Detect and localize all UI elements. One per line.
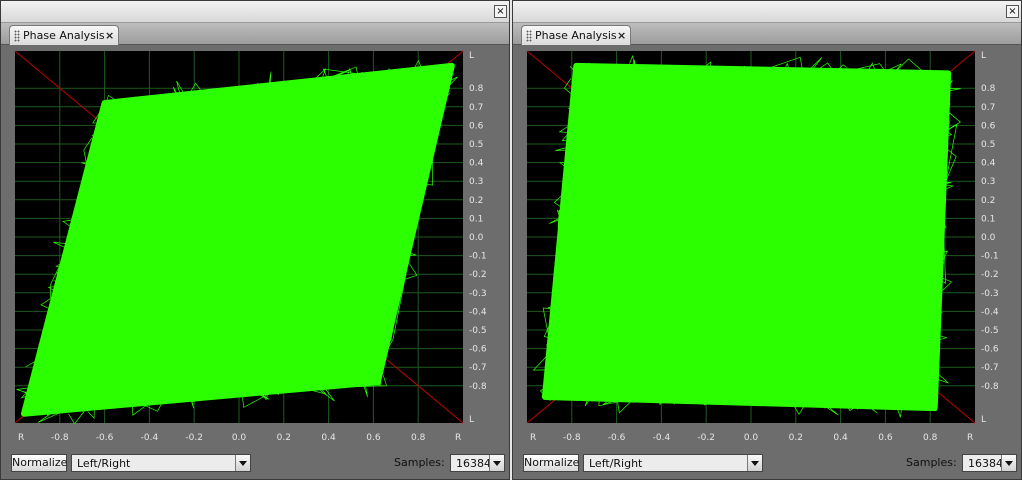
tab-label: Phase Analysis bbox=[23, 29, 105, 42]
y-tick-label: -0.1 bbox=[469, 252, 487, 262]
drag-grip-icon[interactable] bbox=[14, 30, 20, 42]
phase-scope-display: L 0.8 0.7 0.6 0.5 0.4 0.3 0.2 0.1 0.0 -0.1 -0.2 -0.3… bbox=[1, 45, 509, 451]
y-tick-label: -0.2 bbox=[981, 270, 999, 280]
tab-close-icon[interactable]: × bbox=[617, 29, 626, 42]
y-tick-label: 0.2 bbox=[469, 196, 483, 206]
y-tick-label: -0.4 bbox=[981, 307, 999, 317]
tab-close-icon[interactable]: × bbox=[105, 29, 114, 42]
y-tick-label: 0.8 bbox=[469, 84, 484, 94]
samples-select[interactable]: 16384 bbox=[450, 454, 505, 472]
x-tick-label: 0.0 bbox=[744, 433, 759, 443]
y-tick-label: 0.2 bbox=[981, 196, 995, 206]
y-tick-label: -0.6 bbox=[469, 345, 487, 355]
x-tick-label: 0.4 bbox=[833, 433, 848, 443]
y-tick-label: -0.7 bbox=[981, 363, 999, 373]
y-tick-label: 0.6 bbox=[981, 121, 996, 131]
x-tick-label: -0.6 bbox=[608, 433, 626, 443]
channel-select[interactable]: Left/Right bbox=[71, 454, 251, 472]
tab-bar: Phase Analysis × bbox=[513, 23, 1021, 63]
y-tick-label: -0.3 bbox=[981, 289, 999, 299]
footer-toolbar: Normalize Left/Right Samples: 16384 bbox=[513, 451, 1021, 479]
x-tick-label: -0.4 bbox=[653, 433, 671, 443]
chevron-down-icon[interactable] bbox=[747, 455, 762, 471]
y-tick-label: 0.1 bbox=[469, 214, 483, 224]
panel-title-bar: × bbox=[513, 1, 1021, 23]
tab-phase-analysis[interactable]: Phase Analysis × bbox=[521, 25, 631, 45]
x-tick-label: -0.8 bbox=[51, 433, 69, 443]
phase-scope-display: L 0.8 0.7 0.6 0.5 0.4 0.3 0.2 0.1 0.0 -0.1 -0.2 -0.3… bbox=[513, 45, 1021, 451]
samples-value: 16384 bbox=[456, 457, 491, 470]
panel-title-bar: × bbox=[1, 1, 509, 23]
x-tick-label: R bbox=[455, 433, 461, 443]
y-tick-label: 0.0 bbox=[469, 233, 484, 243]
y-tick-label: L bbox=[469, 415, 474, 425]
x-tick-label: 0.8 bbox=[923, 433, 938, 443]
samples-label: Samples: bbox=[906, 456, 957, 469]
x-tick-label: R bbox=[530, 433, 536, 443]
footer-toolbar: Normalize Left/Right Samples: 16384 bbox=[1, 451, 509, 479]
normalize-button[interactable]: Normalize bbox=[523, 454, 579, 472]
y-tick-label: -0.3 bbox=[469, 289, 487, 299]
y-tick-label: 0.6 bbox=[469, 121, 484, 131]
phase-scope-svg: L 0.8 0.7 0.6 0.5 0.4 0.3 0.2 0.1 0.0 -0.1 -0.2 -0.3… bbox=[1, 45, 509, 451]
y-tick-label: 0.7 bbox=[981, 103, 995, 113]
y-tick-label: -0.2 bbox=[469, 270, 487, 280]
x-tick-label: R bbox=[18, 433, 24, 443]
phase-scope-svg: L 0.8 0.7 0.6 0.5 0.4 0.3 0.2 0.1 0.0 -0.1 -0.2 -0.3… bbox=[513, 45, 1021, 451]
y-tick-label: 0.3 bbox=[469, 177, 483, 187]
x-tick-label: 0.6 bbox=[366, 433, 381, 443]
chevron-down-icon[interactable] bbox=[235, 455, 250, 471]
drag-grip-icon[interactable] bbox=[526, 30, 532, 42]
y-tick-label: L bbox=[469, 51, 474, 61]
x-tick-label: 0.4 bbox=[321, 433, 336, 443]
x-tick-label: 0.0 bbox=[232, 433, 247, 443]
x-tick-label: R bbox=[967, 433, 973, 443]
x-tick-label: -0.2 bbox=[185, 433, 203, 443]
y-tick-label: -0.8 bbox=[469, 382, 487, 392]
y-tick-label: 0.1 bbox=[981, 214, 995, 224]
samples-label: Samples: bbox=[394, 456, 445, 469]
y-tick-label: -0.5 bbox=[981, 326, 999, 336]
y-tick-label: 0.4 bbox=[981, 159, 996, 169]
y-tick-label: -0.6 bbox=[981, 345, 999, 355]
samples-value: 16384 bbox=[968, 457, 1003, 470]
normalize-button[interactable]: Normalize bbox=[11, 454, 67, 472]
x-tick-label: -0.6 bbox=[96, 433, 114, 443]
x-tick-label: 0.8 bbox=[411, 433, 426, 443]
y-tick-label: -0.5 bbox=[469, 326, 487, 336]
samples-select[interactable]: 16384 bbox=[962, 454, 1017, 472]
y-tick-label: 0.8 bbox=[981, 84, 996, 94]
tab-label: Phase Analysis bbox=[535, 29, 617, 42]
close-window-icon[interactable]: × bbox=[1006, 5, 1019, 18]
close-window-icon[interactable]: × bbox=[494, 5, 507, 18]
y-tick-label: 0.5 bbox=[981, 140, 995, 150]
y-tick-label: L bbox=[981, 51, 986, 61]
channel-select-value: Left/Right bbox=[589, 457, 643, 470]
x-tick-label: -0.4 bbox=[141, 433, 159, 443]
x-tick-label: 0.2 bbox=[789, 433, 803, 443]
channel-select[interactable]: Left/Right bbox=[583, 454, 763, 472]
y-tick-label: 0.0 bbox=[981, 233, 996, 243]
y-tick-label: -0.1 bbox=[981, 252, 999, 262]
x-tick-label: 0.2 bbox=[277, 433, 291, 443]
x-tick-label: -0.2 bbox=[697, 433, 715, 443]
y-tick-label: 0.5 bbox=[469, 140, 483, 150]
y-tick-label: L bbox=[981, 415, 986, 425]
y-tick-label: -0.4 bbox=[469, 307, 487, 317]
chevron-down-icon[interactable] bbox=[1001, 455, 1016, 471]
y-tick-label: 0.3 bbox=[981, 177, 995, 187]
y-tick-label: -0.7 bbox=[469, 363, 487, 373]
x-tick-label: -0.8 bbox=[563, 433, 581, 443]
phase-analysis-panel-right: × Phase Analysis × L 0.8 0.7 0.6 0.5 0.4 0.3 0.… bbox=[512, 0, 1022, 480]
y-tick-label: 0.7 bbox=[469, 103, 483, 113]
channel-select-value: Left/Right bbox=[77, 457, 131, 470]
chevron-down-icon[interactable] bbox=[489, 455, 504, 471]
x-tick-label: 0.6 bbox=[878, 433, 893, 443]
y-tick-label: 0.4 bbox=[469, 159, 484, 169]
y-tick-label: -0.8 bbox=[981, 382, 999, 392]
tab-bar: Phase Analysis × bbox=[1, 23, 509, 63]
tab-phase-analysis[interactable]: Phase Analysis × bbox=[9, 25, 119, 45]
phase-analysis-panel-left: × Phase Analysis × L 0.8 0.7 0.6 0.5 0.4 0.3 0.… bbox=[0, 0, 510, 480]
trace-fill bbox=[541, 62, 952, 412]
